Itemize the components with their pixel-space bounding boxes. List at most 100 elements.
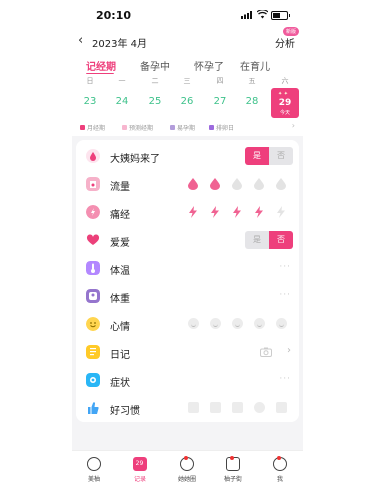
tab-trying[interactable]: 备孕中 [140,58,170,73]
notification-dot [277,456,281,460]
pain-bolt-icon[interactable] [188,206,198,218]
date-cell[interactable]: 28 [241,96,263,107]
tab-pregnant[interactable]: 怀孕了 [194,58,224,73]
notebook-icon [86,345,100,359]
mood-face-icon[interactable] [210,318,221,329]
meiyou-icon [87,457,101,471]
phone-screen: 20:10 ‹ 2023年 4月 新版 分析 记经期 备孕中 怀孕了 在育儿 日… [72,0,303,500]
more-icon[interactable]: ··· [279,262,291,272]
mood-face-icon[interactable] [188,318,199,329]
calendar-legend: 月经期 预测经期 易孕期 排卵日 › [72,118,303,136]
profile-icon [273,456,287,471]
record-card: 大姨妈来了 是 否 流量 痛经 爱爱 是 否 体温 ··· 体重 ··· 心情 … [76,140,299,422]
legend-item: 排卵日 [209,123,234,132]
today-cell[interactable]: ✦ ✦ 29 今天 [271,88,299,118]
pain-bolt-icon[interactable] [254,206,264,218]
row-label: 痛经 [110,210,130,221]
date-cell[interactable]: 26 [176,96,198,107]
period-toggle[interactable]: 是 否 [245,147,293,165]
row-label: 体温 [110,266,130,277]
tab-shop[interactable]: 柚子街 [218,456,248,483]
month-title[interactable]: 2023年 4月 [92,35,147,50]
signal-icon [241,11,252,19]
tab-period[interactable]: 记经期 [86,58,116,73]
row-label: 日记 [110,350,130,361]
row-symptom[interactable]: 症状 ··· [76,366,299,394]
tab-record[interactable]: 29 记录 [125,457,155,483]
date-cell[interactable]: 27 [209,96,231,107]
date-cell[interactable]: 24 [111,96,133,107]
weekday-label: 四 [216,77,224,85]
mode-tabs: 记经期 备孕中 怀孕了 在育儿 [72,54,303,75]
yes-option[interactable]: 是 [245,231,269,249]
habit-icon[interactable] [210,402,221,413]
tab-label: 我 [276,476,283,483]
row-label: 流量 [110,182,130,193]
analysis-button[interactable]: 分析 [275,35,295,50]
notification-dot [184,456,188,460]
weekday-label: 六 [281,77,289,85]
community-icon [180,456,194,471]
pain-bolt-icon[interactable] [232,206,242,218]
status-bar: 20:10 [72,0,303,28]
status-time: 20:10 [96,9,132,22]
weekday-label: 二 [151,77,159,85]
row-temperature[interactable]: 体温 ··· [76,254,299,282]
chevron-right-icon[interactable]: › [287,345,291,356]
no-option[interactable]: 否 [269,147,293,165]
thumbs-up-icon [88,402,99,414]
flow-drop-icon[interactable] [188,178,198,190]
flow-drop-icon[interactable] [210,178,220,190]
row-label: 症状 [110,378,130,389]
row-diary[interactable]: 日记 › [76,338,299,366]
tab-community[interactable]: 她她圈 [172,456,202,483]
battery-icon [271,11,290,20]
bottom-tab-bar: 美柚 29 记录 她她圈 柚子街 我 [72,450,303,500]
tab-label: 美柚 [87,476,100,483]
mood-face-icon[interactable] [276,318,287,329]
flow-drop-icon[interactable] [254,178,264,190]
row-flow: 流量 [76,170,299,198]
week-dates: 23 24 25 26 27 28 ✦ ✦ 29 今天 [72,88,303,118]
habit-icon[interactable] [276,402,287,413]
back-button[interactable]: ‹ [78,33,83,48]
medkit-icon [86,373,100,387]
flow-drop-icon[interactable] [276,178,286,190]
row-weight[interactable]: 体重 ··· [76,282,299,310]
more-icon[interactable]: ··· [279,290,291,300]
weekday-label: 三 [183,77,191,85]
legend-item: 月经期 [80,123,105,132]
row-love: 爱爱 是 否 [76,226,299,254]
weekday-label: 五 [248,77,256,85]
habit-icon[interactable] [254,402,265,413]
shop-icon [226,456,240,471]
camera-icon[interactable] [260,347,272,357]
pain-bolt-icon[interactable] [276,206,286,218]
no-option[interactable]: 否 [269,231,293,249]
date-cell[interactable]: 25 [144,96,166,107]
flow-drop-icon[interactable] [232,178,242,190]
row-habit: 好习惯 [76,394,299,422]
today-label: 今天 [279,110,290,116]
tab-meiyou[interactable]: 美柚 [79,457,109,483]
nav-bar: ‹ 2023年 4月 新版 分析 [72,27,303,54]
row-label: 体重 [110,294,130,305]
wifi-icon [257,10,268,19]
love-toggle[interactable]: 是 否 [245,231,293,249]
thermometer-icon [86,261,100,275]
habit-icon[interactable] [188,402,199,413]
mood-face-icon[interactable] [232,318,243,329]
legend-item: 预测经期 [122,123,153,132]
habit-icon[interactable] [232,402,243,413]
ovulation-icons: ✦ ✦ [278,91,288,97]
mood-face-icon[interactable] [254,318,265,329]
tab-me[interactable]: 我 [265,456,295,483]
more-icon[interactable]: ··· [279,374,291,384]
notification-dot [230,456,234,460]
tab-parenting[interactable]: 在育儿 [240,58,270,73]
drop-icon [86,149,100,163]
date-cell[interactable]: 23 [79,96,101,107]
pain-bolt-icon[interactable] [210,206,220,218]
chevron-right-icon[interactable]: › [292,121,295,130]
yes-option[interactable]: 是 [245,147,269,165]
